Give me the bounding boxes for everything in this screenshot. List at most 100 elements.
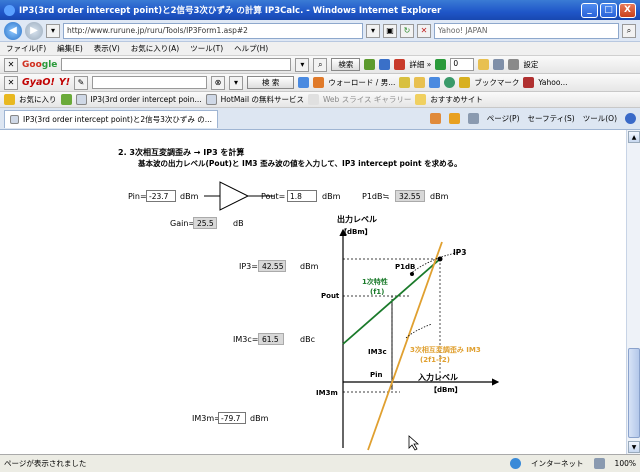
help-icon[interactable] <box>625 113 636 124</box>
google-search-input[interactable] <box>61 58 292 71</box>
menu-view[interactable]: 表示(V) <box>94 43 120 54</box>
google-toolbar: ✕ Google ▾ ⌕ 検索 詳細 » 0 設定 <box>0 56 640 74</box>
forward-button[interactable]: ▶ <box>25 21 43 40</box>
tab-bar: IP3(3rd order intercept point)と2信号3次ひずみ … <box>0 108 640 130</box>
compat-view-icon[interactable]: ▣ <box>383 23 397 38</box>
clear-search-icon[interactable]: ⊗ <box>211 75 226 90</box>
gyao-item-3[interactable]: Yahoo... <box>538 78 567 87</box>
tab-ip3calc[interactable]: IP3(3rd order intercept point)と2信号3次ひずみ … <box>4 109 218 128</box>
gyao-item-2[interactable]: ブックマーク <box>474 77 519 88</box>
scroll-thumb[interactable] <box>628 348 640 438</box>
globe-icon[interactable] <box>444 77 456 88</box>
gain-label: Gain= <box>170 219 196 228</box>
maximize-button[interactable]: □ <box>600 2 617 18</box>
print-icon[interactable] <box>467 113 479 124</box>
pin-label: Pin= <box>128 192 147 201</box>
favorites-star-icon[interactable] <box>4 94 15 105</box>
yahoo-icon[interactable] <box>523 77 535 88</box>
close-button[interactable]: X <box>619 2 636 18</box>
pout-label: Pout= <box>261 192 286 201</box>
history-dropdown-icon[interactable]: ▾ <box>46 23 60 38</box>
settings-label[interactable]: 設定 <box>523 59 538 70</box>
pin-input[interactable]: -23.7 <box>146 190 176 202</box>
menu-favorites[interactable]: お気に入り(A) <box>131 43 179 54</box>
im3m-label: IM3m= <box>192 414 221 423</box>
url-dropdown-icon[interactable]: ▾ <box>366 23 380 38</box>
title-bar: IP3(3rd order intercept point)と2信号3次ひずみ … <box>0 0 640 20</box>
y-axis-label: 出力レベル <box>337 214 377 224</box>
p1db-unit: dBm <box>430 192 449 201</box>
search-provider-text: Yahoo! JAPAN <box>438 26 488 35</box>
favorites-label[interactable]: お気に入り <box>19 94 57 105</box>
gyao-toolbar: ✕ GyaO! Y! ✎ ⊗ ▾ 検 索 ウォーロード / 男... ブックマー… <box>0 74 640 92</box>
scroll-down-icon[interactable]: ▼ <box>628 441 640 453</box>
favorite-link-1[interactable]: IP3(3rd order intercept poin... <box>91 95 202 104</box>
highlighter-icon[interactable] <box>399 77 411 88</box>
menu-edit[interactable]: 編集(E) <box>57 43 83 54</box>
close-toolbar-icon[interactable]: ✕ <box>4 57 18 72</box>
search-input[interactable]: Yahoo! JAPAN <box>434 22 619 39</box>
menu-help[interactable]: ヘルプ(H) <box>234 43 268 54</box>
checkmark-icon[interactable] <box>435 59 447 70</box>
gyao-search-input[interactable] <box>92 76 208 89</box>
favorite-link-4[interactable]: おすすめサイト <box>430 94 483 105</box>
stop-icon[interactable]: ✕ <box>417 23 431 38</box>
status-bar: ページが表示されました インターネット 100% <box>0 454 640 472</box>
favorite-link-2[interactable]: HotMail の無料サービス <box>221 94 304 105</box>
back-button[interactable]: ◀ <box>4 21 22 40</box>
tab-label: IP3(3rd order intercept point)と2信号3次ひずみ … <box>23 114 212 124</box>
im3m-unit: dBm <box>250 414 269 423</box>
google-search-icon[interactable]: ⌕ <box>313 57 328 72</box>
google-icon-c[interactable] <box>394 59 406 70</box>
game-icon[interactable] <box>313 77 325 88</box>
vertical-scrollbar[interactable]: ▲ ▼ <box>626 130 640 454</box>
wrench-icon[interactable] <box>508 59 520 70</box>
shield-icon[interactable] <box>298 77 310 88</box>
pout-input[interactable]: 1.8 <box>287 190 317 202</box>
google-more[interactable]: 詳細 » <box>409 59 431 70</box>
gain-value: 25.5 <box>193 217 217 229</box>
scroll-up-icon[interactable]: ▲ <box>628 131 640 143</box>
gyao-dropdown-icon[interactable]: ▾ <box>229 75 244 90</box>
close-toolbar-2-icon[interactable]: ✕ <box>4 75 18 90</box>
counter-field: 0 <box>450 58 475 71</box>
gyao-item-1[interactable]: ウォーロード / 男... <box>328 77 395 88</box>
mouse-cursor-icon <box>408 435 420 451</box>
url-field[interactable]: http://www.rurune.jp/ruru/Tools/IP3Form1… <box>63 22 363 39</box>
rss-icon[interactable] <box>448 113 460 124</box>
url-text: http://www.rurune.jp/ruru/Tools/IP3Form1… <box>67 26 248 35</box>
menu-tools[interactable]: ツール(T) <box>190 43 223 54</box>
home-icon[interactable] <box>429 113 441 124</box>
google-icon-b[interactable] <box>379 59 391 70</box>
google-dropdown-icon[interactable]: ▾ <box>295 57 310 72</box>
user-avatar-icon[interactable] <box>493 59 505 70</box>
add-favorite-icon[interactable] <box>60 94 72 105</box>
im3m-input[interactable]: -79.7 <box>218 412 246 424</box>
menu-file[interactable]: ファイル(F) <box>6 43 46 54</box>
ip3-point <box>437 256 443 262</box>
primary-label-1: 1次特性 <box>362 277 388 286</box>
news-icon[interactable] <box>429 77 441 88</box>
third-label-2: (2f1-f2) <box>420 356 450 364</box>
favorite-link-3[interactable]: Web スライス ギャラリー <box>323 94 411 105</box>
bookmark-star-icon[interactable] <box>459 77 471 88</box>
ip3-value: 42.55 <box>258 260 286 272</box>
google-search-button[interactable]: 検索 <box>331 58 361 71</box>
window-title: IP3(3rd order intercept point)と2信号3次ひずみ … <box>19 6 442 16</box>
zoom-level[interactable]: 100% <box>615 459 636 468</box>
google-icon-a[interactable] <box>364 59 376 70</box>
search-go-icon[interactable]: ⌕ <box>622 23 636 38</box>
tools-menu[interactable]: ツール(O) <box>583 113 617 124</box>
mail-icon[interactable] <box>478 59 490 70</box>
page-menu[interactable]: ページ(P) <box>487 113 520 124</box>
im3c-label: IM3c= <box>233 335 259 344</box>
pen-icon[interactable]: ✎ <box>74 75 89 90</box>
x-axis-label: 入力レベル <box>417 372 458 382</box>
pin-tag: Pin <box>370 371 383 379</box>
safety-menu[interactable]: セーフティ(S) <box>528 113 575 124</box>
web-slice-icon <box>307 94 319 105</box>
mail-2-icon[interactable] <box>414 77 426 88</box>
gyao-search-button[interactable]: 検 索 <box>247 76 295 89</box>
refresh-icon[interactable]: ↻ <box>400 23 414 38</box>
minimize-button[interactable]: _ <box>581 2 598 18</box>
